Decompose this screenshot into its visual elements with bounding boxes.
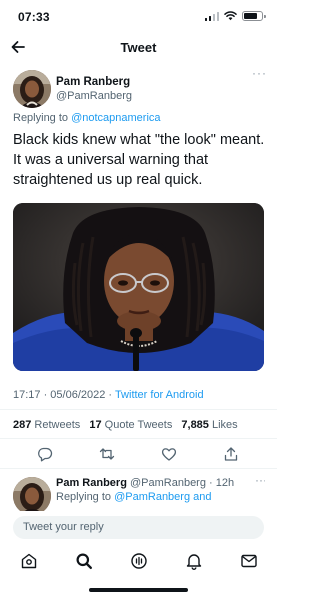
reply-meta: @PamRanberg · 12h (129, 477, 235, 489)
author-name[interactable]: Pam Ranberg (56, 76, 130, 88)
share-icon[interactable] (223, 446, 239, 462)
tweet-photo[interactable] (13, 203, 264, 371)
nav-header: Tweet (0, 34, 277, 60)
heart-icon[interactable] (161, 446, 177, 462)
replying-prefix: Replying to (13, 112, 72, 124)
reply-input[interactable]: Tweet your reply (13, 516, 264, 539)
reply-author-name[interactable]: Pam Ranberg (56, 477, 127, 489)
replying-prefix: Replying to (56, 491, 115, 503)
page-title: Tweet (120, 40, 157, 55)
replying-to-link[interactable]: @notcapnamerica (71, 112, 160, 124)
replying-to: Replying to @notcapnamerica (13, 112, 161, 124)
home-icon[interactable] (20, 552, 38, 570)
status-icons (204, 11, 266, 21)
tweet-text: Black kids knew what "the look" meant. I… (13, 132, 265, 188)
reply-placeholder: Tweet your reply (23, 521, 104, 533)
search-icon[interactable] (75, 552, 93, 570)
more-options-icon[interactable]: ··· (255, 473, 265, 487)
divider (0, 438, 277, 439)
author-handle[interactable]: @PamRanberg (56, 90, 132, 102)
replying-to-link[interactable]: @PamRanberg and (114, 491, 211, 503)
retweet-icon[interactable] (99, 446, 115, 462)
signal-icon (204, 11, 219, 21)
comment-icon[interactable] (37, 446, 53, 462)
quote-tweets-stat[interactable]: 17 Quote Tweets (89, 419, 172, 431)
reply-author: Pam Ranberg @PamRanberg · 12h (56, 477, 234, 489)
status-bar: 07:33 (0, 0, 277, 34)
more-options-icon[interactable]: ··· (252, 66, 267, 80)
tweet-timestamp: 17:17 · 05/06/2022 · (13, 389, 115, 401)
tweet-stats: 287 Retweets 17 Quote Tweets 7,885 Likes (13, 419, 238, 431)
mail-icon[interactable] (240, 552, 258, 570)
status-time: 07:33 (18, 10, 50, 24)
tweet-meta: 17:17 · 05/06/2022 · Twitter for Android (13, 389, 204, 401)
reply-replying-to: Replying to @PamRanberg and (56, 491, 211, 503)
tweet-actions (0, 446, 277, 464)
home-indicator (89, 588, 188, 592)
bell-icon[interactable] (185, 552, 203, 570)
spaces-icon[interactable] (130, 552, 148, 570)
likes-stat[interactable]: 7,885 Likes (181, 419, 237, 431)
avatar[interactable] (13, 70, 51, 108)
retweets-stat[interactable]: 287 Retweets (13, 419, 80, 431)
wifi-icon (224, 11, 237, 21)
reply-tweet[interactable]: Pam Ranberg @PamRanberg · 12h ··· Replyi… (13, 473, 265, 511)
bottom-tab-bar (0, 545, 277, 575)
battery-icon (242, 11, 266, 21)
divider (0, 409, 277, 410)
avatar[interactable] (13, 477, 51, 511)
divider (0, 468, 277, 469)
tweet-source-link[interactable]: Twitter for Android (115, 389, 204, 401)
